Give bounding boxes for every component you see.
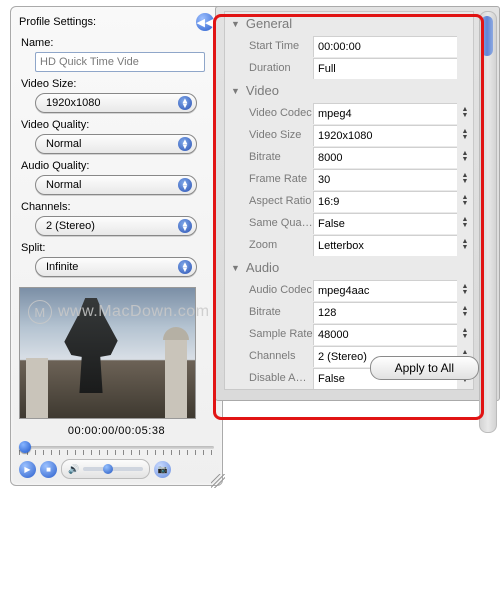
prop-video-codec: Video Codecmpeg4▲▼	[225, 102, 473, 124]
prop-audio-bitrate: Bitrate128▲▼	[225, 301, 473, 323]
video-size-value[interactable]: 1920x1080	[313, 125, 457, 146]
prop-zoom: ZoomLetterbox▲▼	[225, 234, 473, 256]
same-quality-value[interactable]: False	[313, 213, 457, 234]
name-input[interactable]	[35, 52, 205, 72]
select-value: 2 (Stereo)	[46, 220, 95, 232]
play-button[interactable]: ▶	[19, 461, 36, 478]
split-label: Split:	[21, 242, 214, 254]
chevron-updown-icon: ▲▼	[178, 260, 192, 274]
resize-grip-icon[interactable]	[211, 474, 225, 488]
prop-duration: DurationFull	[225, 57, 473, 79]
select-value: Normal	[46, 179, 81, 191]
stepper-icon[interactable]: ▲▼	[457, 306, 473, 318]
chevron-updown-icon: ▲▼	[178, 178, 192, 192]
video-quality-select[interactable]: Normal ▲▼	[35, 134, 197, 154]
video-preview	[19, 287, 196, 419]
audio-bitrate-value[interactable]: 128	[313, 302, 457, 323]
speaker-icon: 🔊	[68, 464, 79, 475]
stepper-icon[interactable]: ▲▼	[457, 151, 473, 163]
video-quality-label: Video Quality:	[21, 119, 214, 131]
prop-sample-rate: Sample Rate48000▲▼	[225, 323, 473, 345]
apply-to-all-button[interactable]: Apply to All	[370, 356, 479, 380]
video-size-select[interactable]: 1920x1080 ▲▼	[35, 93, 197, 113]
sample-rate-value[interactable]: 48000	[313, 324, 457, 345]
prop-aspect-ratio: Aspect Ratio16:9▲▼	[225, 190, 473, 212]
duration-value[interactable]: Full	[313, 58, 457, 79]
audio-quality-select[interactable]: Normal ▲▼	[35, 175, 197, 195]
prop-video-size: Video Size1920x1080▲▼	[225, 124, 473, 146]
stepper-icon[interactable]: ▲▼	[457, 173, 473, 185]
scrubber[interactable]	[19, 439, 214, 455]
section-general[interactable]: ▼General	[225, 12, 473, 35]
chevron-updown-icon: ▲▼	[178, 219, 192, 233]
audio-quality-label: Audio Quality:	[21, 160, 214, 172]
disclosure-triangle-icon: ▼	[231, 86, 240, 96]
snapshot-button[interactable]: 📷	[154, 461, 171, 478]
section-audio[interactable]: ▼Audio	[225, 256, 473, 279]
channels-select[interactable]: 2 (Stereo) ▲▼	[35, 216, 197, 236]
timecode: 00:00:00/00:05:38	[19, 425, 214, 437]
video-size-label: Video Size:	[21, 78, 214, 90]
stepper-icon[interactable]: ▲▼	[457, 328, 473, 340]
stepper-icon[interactable]: ▲▼	[457, 239, 473, 251]
stepper-icon[interactable]: ▲▼	[457, 129, 473, 141]
select-value: Normal	[46, 138, 81, 150]
disclosure-triangle-icon: ▼	[231, 19, 240, 29]
reset-button[interactable]: ◀◀	[196, 13, 214, 31]
split-select[interactable]: Infinite ▲▼	[35, 257, 197, 277]
name-label: Name:	[21, 37, 214, 49]
stop-button[interactable]: ■	[40, 461, 57, 478]
vertical-scrollbar[interactable]	[479, 11, 497, 433]
left-panel: Profile Settings: ◀◀ Name: Video Size: 1…	[10, 6, 223, 486]
frame-rate-value[interactable]: 30	[313, 169, 457, 190]
properties-panel: ▼General Start Time00:00:00 DurationFull…	[215, 6, 500, 401]
disclosure-triangle-icon: ▼	[231, 263, 240, 273]
prop-start-time: Start Time00:00:00	[225, 35, 473, 57]
start-time-value[interactable]: 00:00:00	[313, 36, 457, 57]
stepper-icon[interactable]: ▲▼	[457, 284, 473, 296]
stepper-icon[interactable]: ▲▼	[457, 195, 473, 207]
chevron-updown-icon: ▲▼	[178, 96, 192, 110]
zoom-value[interactable]: Letterbox	[313, 235, 457, 256]
prop-same-quality: Same Qua…False▲▼	[225, 212, 473, 234]
prop-frame-rate: Frame Rate30▲▼	[225, 168, 473, 190]
video-codec-value[interactable]: mpeg4	[313, 103, 457, 124]
section-video[interactable]: ▼Video	[225, 79, 473, 102]
audio-codec-value[interactable]: mpeg4aac	[313, 280, 457, 301]
channels-label: Channels:	[21, 201, 214, 213]
aspect-ratio-value[interactable]: 16:9	[313, 191, 457, 212]
volume-slider[interactable]: 🔊	[61, 459, 150, 479]
prop-audio-codec: Audio Codecmpeg4aac▲▼	[225, 279, 473, 301]
select-value: Infinite	[46, 261, 78, 273]
profile-settings-label: Profile Settings:	[19, 16, 96, 28]
stepper-icon[interactable]: ▲▼	[457, 217, 473, 229]
properties-table: ▼General Start Time00:00:00 DurationFull…	[224, 11, 474, 390]
select-value: 1920x1080	[46, 97, 100, 109]
video-bitrate-value[interactable]: 8000	[313, 147, 457, 168]
prop-video-bitrate: Bitrate8000▲▼	[225, 146, 473, 168]
chevron-updown-icon: ▲▼	[178, 137, 192, 151]
stepper-icon[interactable]: ▲▼	[457, 107, 473, 119]
